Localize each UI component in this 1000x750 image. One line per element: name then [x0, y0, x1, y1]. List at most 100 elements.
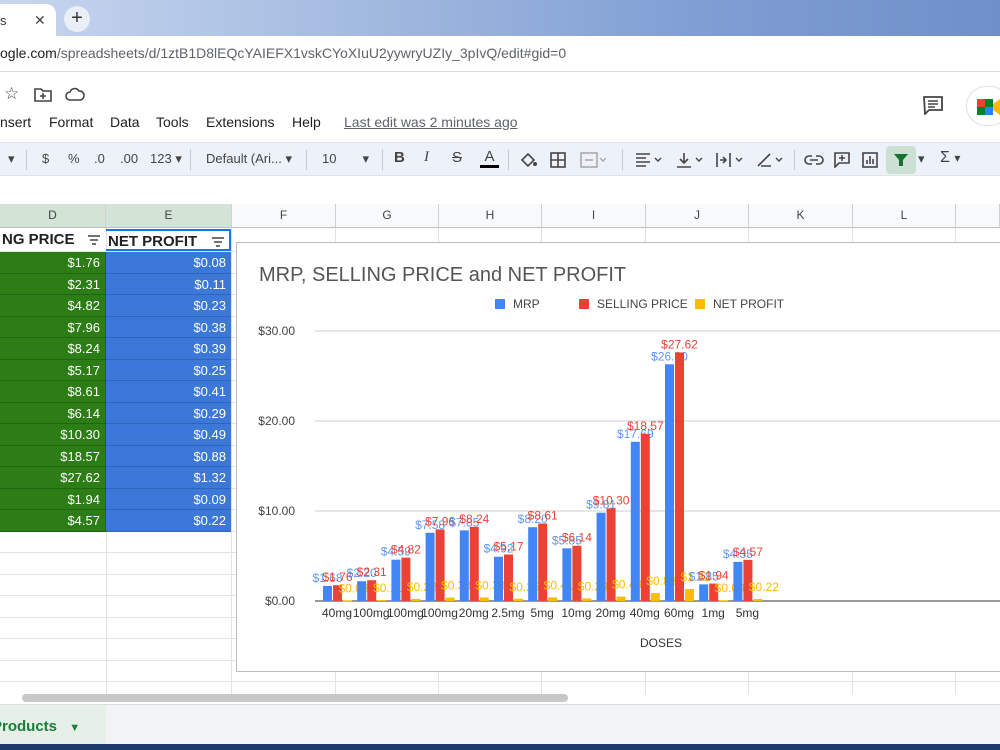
net-profit-cell[interactable]: $0.08 [106, 252, 231, 274]
selling-price-cell[interactable]: $6.14 [0, 402, 106, 424]
toolbar-separator [508, 150, 509, 170]
embedded-chart[interactable]: MRP, SELLING PRICE and NET PROFIT MRP SELL… [236, 242, 1000, 672]
currency-format-button[interactable]: $ [42, 151, 49, 166]
selling-price-cell[interactable]: $4.57 [0, 510, 106, 532]
data-label: $2.31 [357, 565, 387, 579]
net-profit-cell[interactable]: $0.23 [106, 295, 231, 317]
url-text[interactable]: ogle.com/spreadsheets/d/1ztB1D8lEQcYAIEF… [0, 45, 566, 61]
bar-net-profit [582, 598, 592, 601]
merge-cells-icon[interactable] [580, 152, 606, 168]
menu-data[interactable]: Data [110, 114, 140, 130]
text-color-button[interactable]: A [480, 148, 499, 168]
strikethrough-button[interactable]: S [452, 149, 462, 166]
close-icon[interactable]: ✕ [34, 12, 46, 29]
net-profit-cell[interactable]: $0.22 [106, 510, 231, 532]
move-to-folder-icon[interactable] [34, 86, 52, 102]
insert-link-icon[interactable] [804, 154, 824, 166]
cloud-status-icon[interactable] [65, 87, 85, 101]
net-profit-cell[interactable]: $0.09 [106, 488, 231, 510]
functions-button[interactable]: Σ ▾ [940, 149, 960, 167]
italic-button[interactable]: I [424, 149, 429, 166]
column-header-h[interactable]: H [439, 204, 542, 228]
selling-price-cell[interactable]: $1.76 [0, 252, 106, 274]
column-filter-icon[interactable] [88, 235, 100, 245]
net-profit-cell[interactable]: $0.88 [106, 445, 231, 467]
bold-button[interactable]: B [394, 149, 405, 166]
x-tick-label: 60mg [664, 606, 694, 620]
sheet-tab-products[interactable]: Products ▼ [0, 705, 106, 747]
net-profit-cell[interactable]: $0.11 [106, 273, 231, 295]
column-header-d[interactable]: D [0, 204, 106, 228]
net-profit-cell[interactable]: $0.41 [106, 381, 231, 403]
borders-icon[interactable] [550, 152, 566, 168]
toolbar-separator [306, 150, 307, 170]
font-dropdown[interactable]: Default (Ari... ▾ [206, 151, 292, 167]
column-header-e[interactable]: E [106, 204, 232, 228]
sheet-menu-icon[interactable]: ▼ [69, 722, 80, 734]
column-header-k[interactable]: K [749, 204, 853, 228]
selling-price-cell[interactable]: $18.57 [0, 445, 106, 467]
address-bar[interactable]: ogle.com/spreadsheets/d/1ztB1D8lEQcYAIEF… [0, 36, 1000, 72]
text-rotation-icon[interactable] [756, 152, 786, 168]
filter-dropdown-icon[interactable]: ▾ [918, 151, 925, 167]
y-tick-label: $0.00 [265, 594, 295, 608]
menu-insert[interactable]: nsert [0, 114, 31, 130]
star-icon[interactable]: ☆ [4, 84, 19, 104]
data-label: $27.62 [661, 337, 698, 351]
column-header-l[interactable]: L [853, 204, 956, 228]
net-profit-cell[interactable]: $0.39 [106, 338, 231, 360]
selling-price-cell[interactable]: $2.31 [0, 273, 106, 295]
net-profit-cell[interactable]: $0.49 [106, 424, 231, 446]
selling-price-cell[interactable]: $8.61 [0, 381, 106, 403]
menu-help[interactable]: Help [292, 114, 321, 130]
header-cell-selling-price[interactable]: NG PRICE [0, 229, 106, 251]
browser-tab[interactable]: s ✕ [0, 4, 56, 36]
column-header-g[interactable]: G [336, 204, 439, 228]
last-edit-link[interactable]: Last edit was 2 minutes ago [344, 114, 518, 130]
font-size-dropdown[interactable]: 10 ▾ [322, 151, 369, 167]
bar-mrp [528, 527, 538, 601]
new-tab-button[interactable]: + [64, 6, 90, 32]
column-header-j[interactable]: J [646, 204, 749, 228]
bar-net-profit [685, 589, 694, 601]
horizontal-scrollbar[interactable] [22, 694, 568, 702]
vertical-align-icon[interactable] [676, 152, 706, 168]
selling-price-cell[interactable]: $1.94 [0, 488, 106, 510]
header-cell-net-profit[interactable]: NET PROFIT [106, 229, 231, 251]
header-selling-price-label: NG PRICE [2, 231, 75, 248]
column-header-i[interactable]: I [542, 204, 646, 228]
net-profit-cell[interactable]: $0.38 [106, 316, 231, 338]
bar-net-profit [616, 596, 626, 601]
insert-comment-icon[interactable] [834, 152, 850, 168]
net-profit-cell[interactable]: $0.29 [106, 402, 231, 424]
text-wrapping-icon[interactable] [716, 152, 746, 168]
selling-price-cell[interactable]: $7.96 [0, 316, 106, 338]
tab-title: s [0, 13, 7, 28]
selling-price-cell[interactable]: $5.17 [0, 359, 106, 381]
net-profit-cell[interactable]: $1.32 [106, 467, 231, 489]
sheet-tab-label: Products [0, 718, 58, 735]
more-formats-button[interactable]: 123 ▾ [150, 151, 182, 167]
decrease-decimal-button[interactable]: .0 [94, 151, 105, 166]
column-header-m[interactable] [956, 204, 1000, 228]
selling-price-cell[interactable]: $8.24 [0, 338, 106, 360]
column-filter-icon[interactable] [212, 237, 224, 247]
menu-format[interactable]: Format [49, 114, 93, 130]
bar-mrp [357, 581, 367, 601]
selling-price-cell[interactable]: $27.62 [0, 467, 106, 489]
percent-format-button[interactable]: % [68, 151, 80, 166]
selling-price-cell[interactable]: $4.82 [0, 295, 106, 317]
selling-price-cell[interactable]: $10.30 [0, 424, 106, 446]
column-header-f[interactable]: F [232, 204, 336, 228]
zoom-dropdown-icon[interactable]: ▾ [8, 151, 15, 167]
menu-tools[interactable]: Tools [156, 114, 189, 130]
increase-decimal-button[interactable]: .00 [120, 151, 138, 166]
horizontal-align-icon[interactable] [635, 153, 665, 167]
menu-extensions[interactable]: Extensions [206, 114, 274, 130]
insert-chart-icon[interactable] [862, 152, 878, 168]
net-profit-cell[interactable]: $0.25 [106, 359, 231, 381]
bar-net-profit [548, 597, 558, 601]
filter-button[interactable] [886, 146, 916, 174]
chart-svg: MRP, SELLING PRICE and NET PROFIT MRP SELL… [258, 264, 1000, 650]
fill-color-icon[interactable] [519, 152, 537, 168]
